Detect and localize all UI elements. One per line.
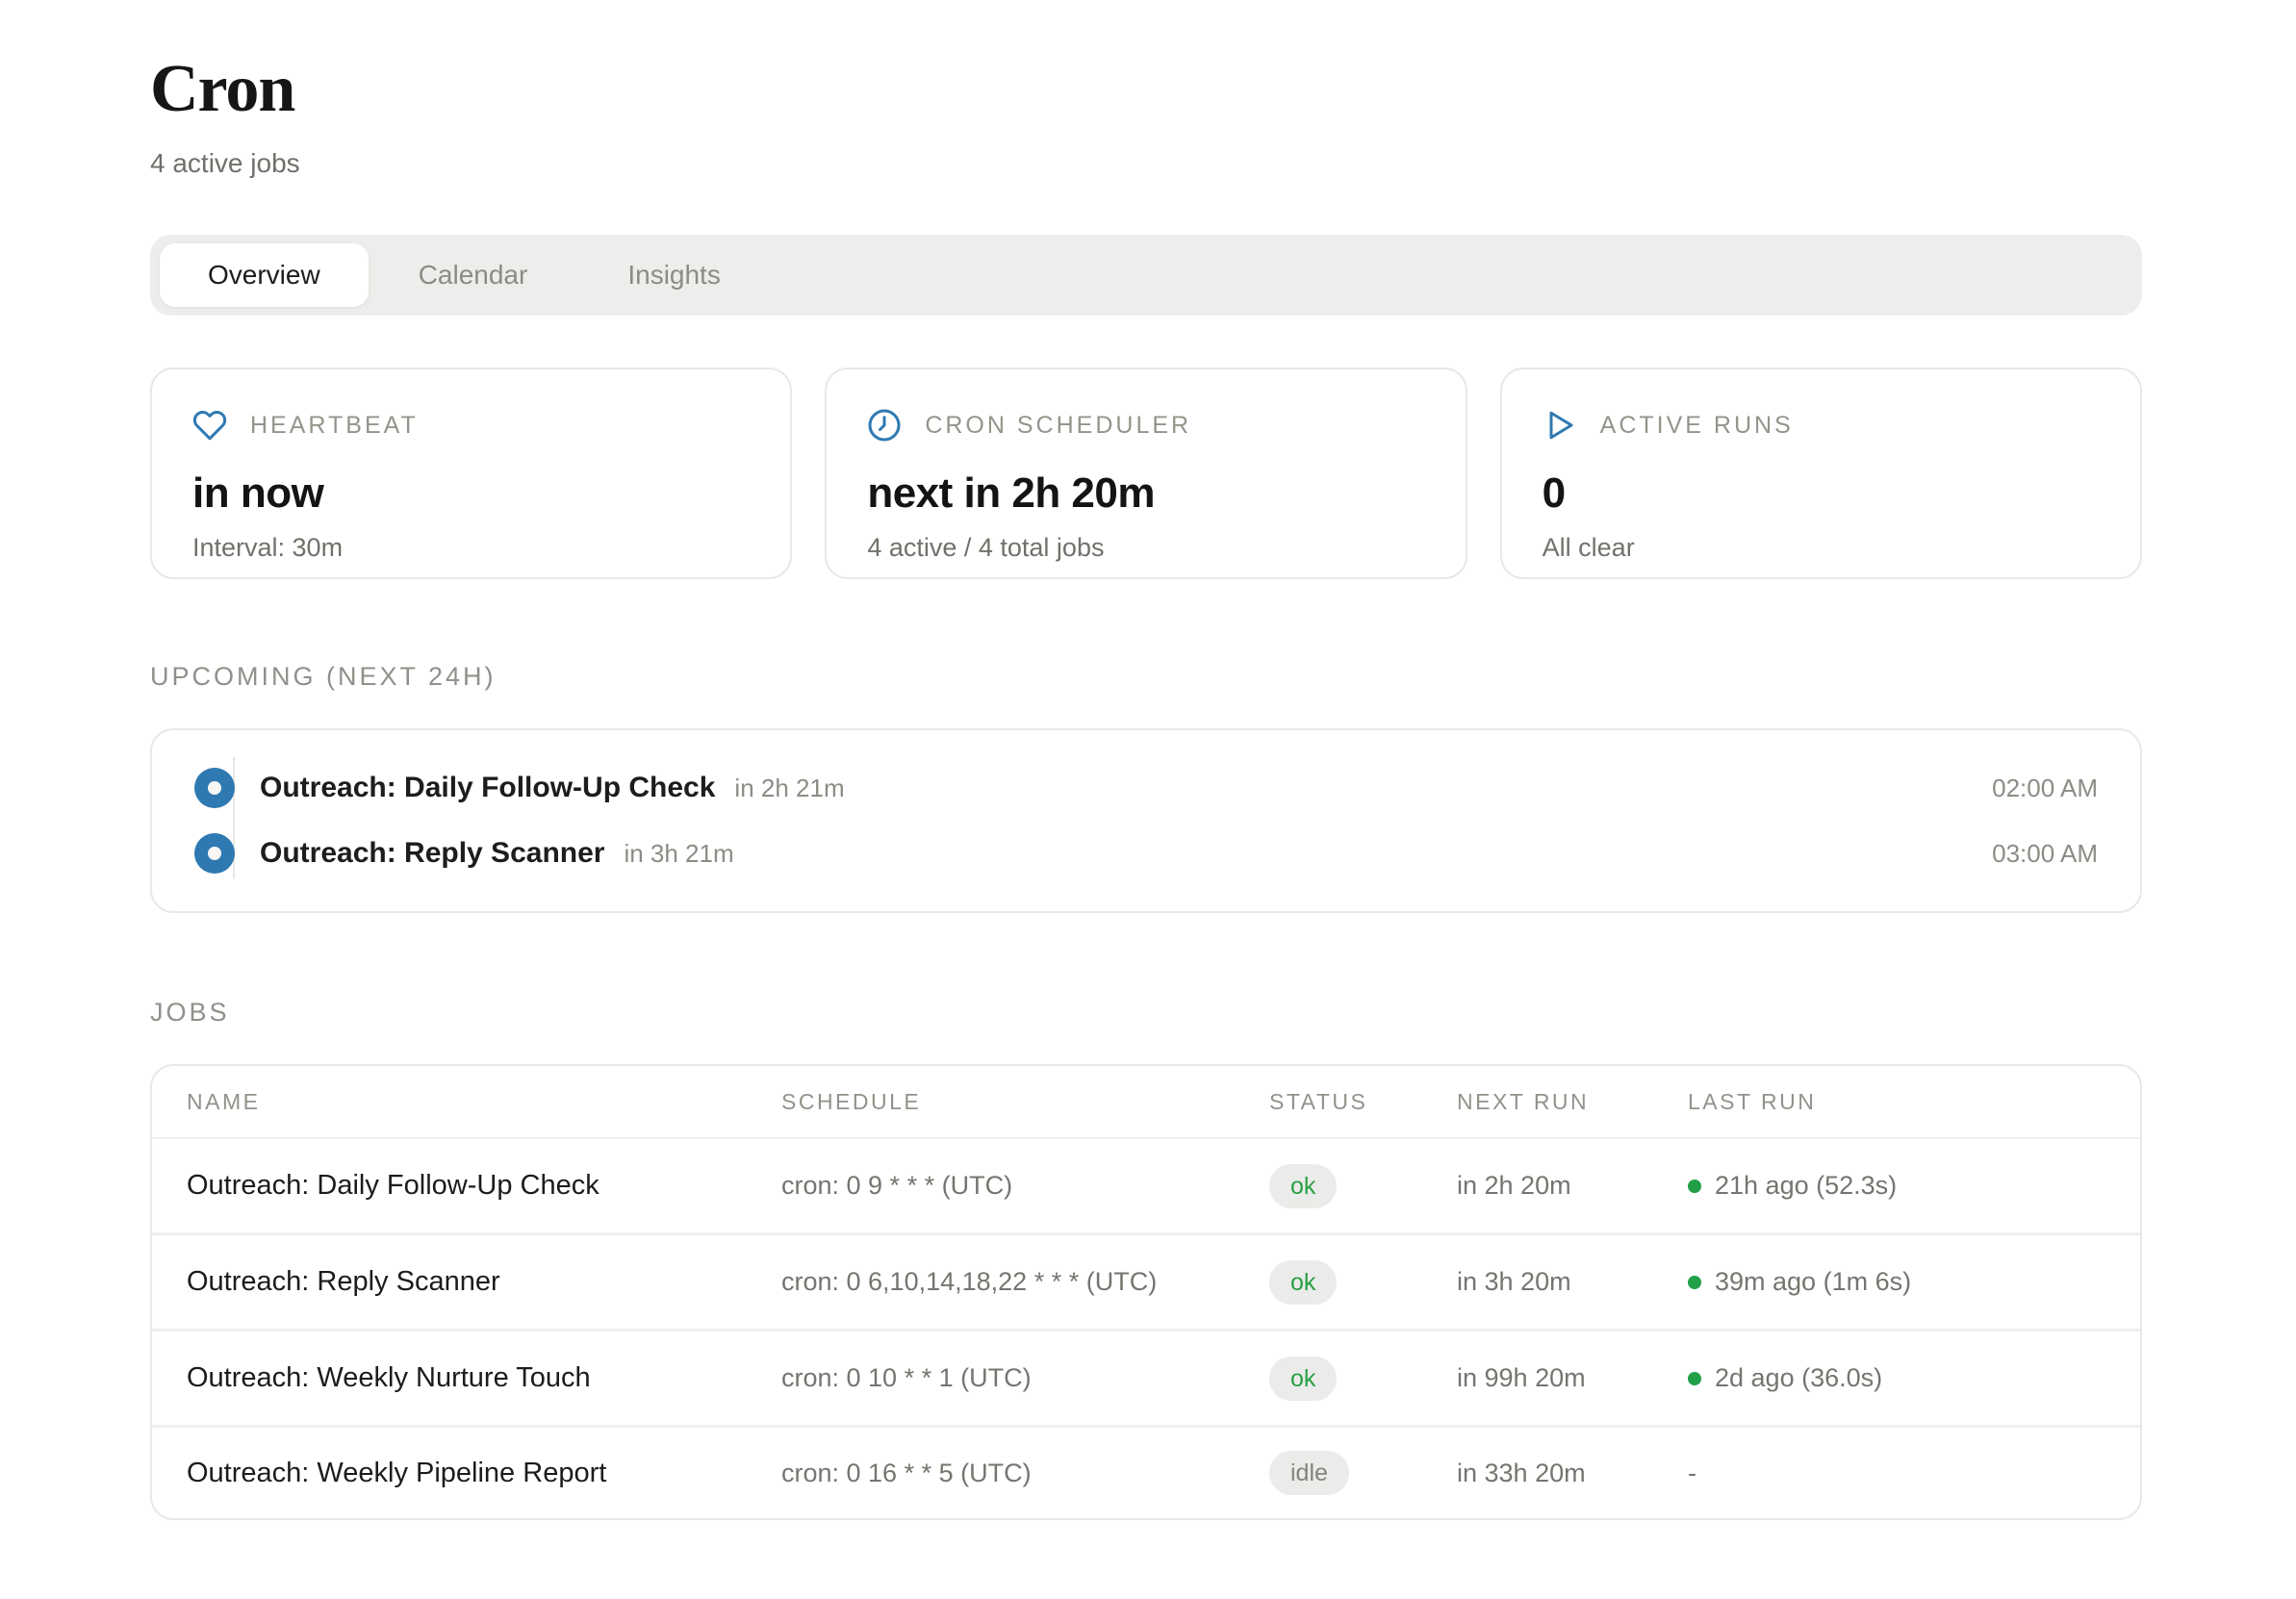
- tab-bar: Overview Calendar Insights: [150, 235, 2142, 316]
- status-badge: ok: [1269, 1260, 1337, 1305]
- timeline-dot-icon: [194, 833, 235, 874]
- column-header-next-run: NEXT RUN: [1457, 1089, 1688, 1115]
- job-name: Outreach: Weekly Pipeline Report: [187, 1458, 781, 1489]
- heartbeat-interval: Interval: 30m: [192, 533, 750, 563]
- job-name: Outreach: Weekly Nurture Touch: [187, 1362, 781, 1394]
- column-header-name: NAME: [187, 1089, 781, 1115]
- job-name: Outreach: Reply Scanner: [187, 1266, 781, 1298]
- heartbeat-label: HEARTBEAT: [250, 412, 419, 440]
- column-header-last-run: LAST RUN: [1688, 1089, 2105, 1115]
- active-runs-value: 0: [1543, 470, 2100, 518]
- tab-insights[interactable]: Insights: [577, 243, 771, 307]
- active-runs-label: ACTIVE RUNS: [1600, 412, 1794, 440]
- job-schedule: cron: 0 6,10,14,18,22 * * * (UTC): [781, 1267, 1269, 1297]
- upcoming-item-name: Outreach: Reply Scanner: [260, 837, 604, 870]
- status-badge: ok: [1269, 1164, 1337, 1208]
- job-last-run: -: [1688, 1459, 2105, 1488]
- job-schedule: cron: 0 16 * * 5 (UTC): [781, 1459, 1269, 1488]
- success-dot-icon: [1688, 1276, 1701, 1289]
- status-badge: idle: [1269, 1451, 1349, 1495]
- timeline-dot-icon: [194, 768, 235, 808]
- heartbeat-value: in now: [192, 470, 750, 518]
- column-header-schedule: SCHEDULE: [781, 1089, 1269, 1115]
- heartbeat-card: HEARTBEAT in now Interval: 30m: [150, 368, 792, 579]
- success-dot-icon: [1688, 1372, 1701, 1385]
- table-row[interactable]: Outreach: Weekly Nurture Touch cron: 0 1…: [152, 1332, 2140, 1428]
- heart-icon: [192, 408, 227, 443]
- cron-scheduler-card: CRON SCHEDULER next in 2h 20m 4 active /…: [825, 368, 1467, 579]
- active-jobs-count: 4 active jobs: [150, 148, 2142, 179]
- upcoming-item-name: Outreach: Daily Follow-Up Check: [260, 772, 715, 804]
- play-icon: [1543, 408, 1577, 443]
- column-header-status: STATUS: [1269, 1089, 1457, 1115]
- upcoming-item[interactable]: Outreach: Daily Follow-Up Check in 2h 21…: [194, 755, 2098, 821]
- job-schedule: cron: 0 10 * * 1 (UTC): [781, 1363, 1269, 1393]
- jobs-table-header: NAME SCHEDULE STATUS NEXT RUN LAST RUN: [152, 1066, 2140, 1139]
- job-last-run: 39m ago (1m 6s): [1688, 1267, 2105, 1297]
- status-badge: ok: [1269, 1357, 1337, 1401]
- job-next-run: in 33h 20m: [1457, 1459, 1688, 1488]
- clock-icon: [867, 408, 902, 443]
- job-last-run: 2d ago (36.0s): [1688, 1363, 2105, 1393]
- table-row[interactable]: Outreach: Reply Scanner cron: 0 6,10,14,…: [152, 1235, 2140, 1332]
- upcoming-item-relative-time: in 2h 21m: [734, 774, 844, 803]
- job-last-run: 21h ago (52.3s): [1688, 1171, 2105, 1201]
- job-next-run: in 3h 20m: [1457, 1267, 1688, 1297]
- cron-scheduler-value: next in 2h 20m: [867, 470, 1424, 518]
- upcoming-section-heading: UPCOMING (NEXT 24H): [150, 662, 2142, 692]
- success-dot-icon: [1688, 1180, 1701, 1193]
- table-row[interactable]: Outreach: Daily Follow-Up Check cron: 0 …: [152, 1139, 2140, 1235]
- job-next-run: in 2h 20m: [1457, 1171, 1688, 1201]
- stat-cards: HEARTBEAT in now Interval: 30m CRON SCHE…: [150, 368, 2142, 579]
- active-runs-status: All clear: [1543, 533, 2100, 563]
- tab-overview[interactable]: Overview: [160, 243, 369, 307]
- tab-calendar[interactable]: Calendar: [369, 243, 578, 307]
- upcoming-list: Outreach: Daily Follow-Up Check in 2h 21…: [150, 728, 2142, 913]
- table-row[interactable]: Outreach: Weekly Pipeline Report cron: 0…: [152, 1428, 2140, 1518]
- job-schedule: cron: 0 9 * * * (UTC): [781, 1171, 1269, 1201]
- cron-scheduler-jobs-summary: 4 active / 4 total jobs: [867, 533, 1424, 563]
- upcoming-item-time: 03:00 AM: [1992, 839, 2098, 869]
- active-runs-card: ACTIVE RUNS 0 All clear: [1500, 368, 2142, 579]
- upcoming-item-time: 02:00 AM: [1992, 774, 2098, 803]
- job-name: Outreach: Daily Follow-Up Check: [187, 1170, 781, 1202]
- jobs-table: NAME SCHEDULE STATUS NEXT RUN LAST RUN O…: [150, 1064, 2142, 1520]
- jobs-section-heading: JOBS: [150, 998, 2142, 1028]
- cron-page: Cron 4 active jobs Overview Calendar Ins…: [0, 0, 2296, 1520]
- cron-scheduler-label: CRON SCHEDULER: [925, 412, 1191, 440]
- page-title: Cron: [150, 56, 2142, 123]
- upcoming-item[interactable]: Outreach: Reply Scanner in 3h 21m 03:00 …: [194, 821, 2098, 886]
- upcoming-item-relative-time: in 3h 21m: [624, 839, 733, 869]
- job-next-run: in 99h 20m: [1457, 1363, 1688, 1393]
